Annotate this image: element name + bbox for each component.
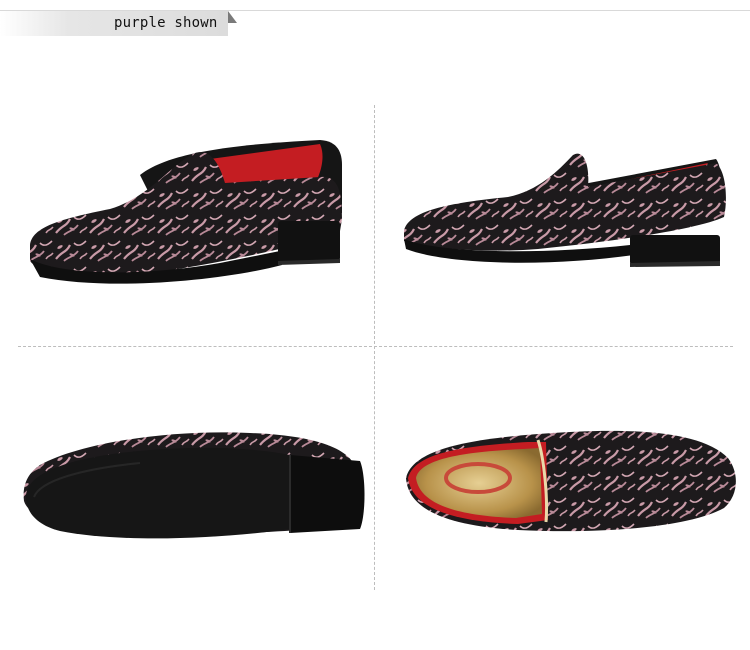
shoe-side-view-left (30, 140, 342, 284)
shoe-top-interior-view (406, 430, 736, 532)
color-caption: purple shown (114, 15, 218, 31)
shoe-sole-view (23, 432, 365, 539)
vertical-dashed-divider (374, 105, 375, 590)
horizontal-dashed-divider (18, 346, 733, 347)
caption-corner-icon (228, 11, 237, 23)
shoe-side-view-right (404, 153, 726, 267)
